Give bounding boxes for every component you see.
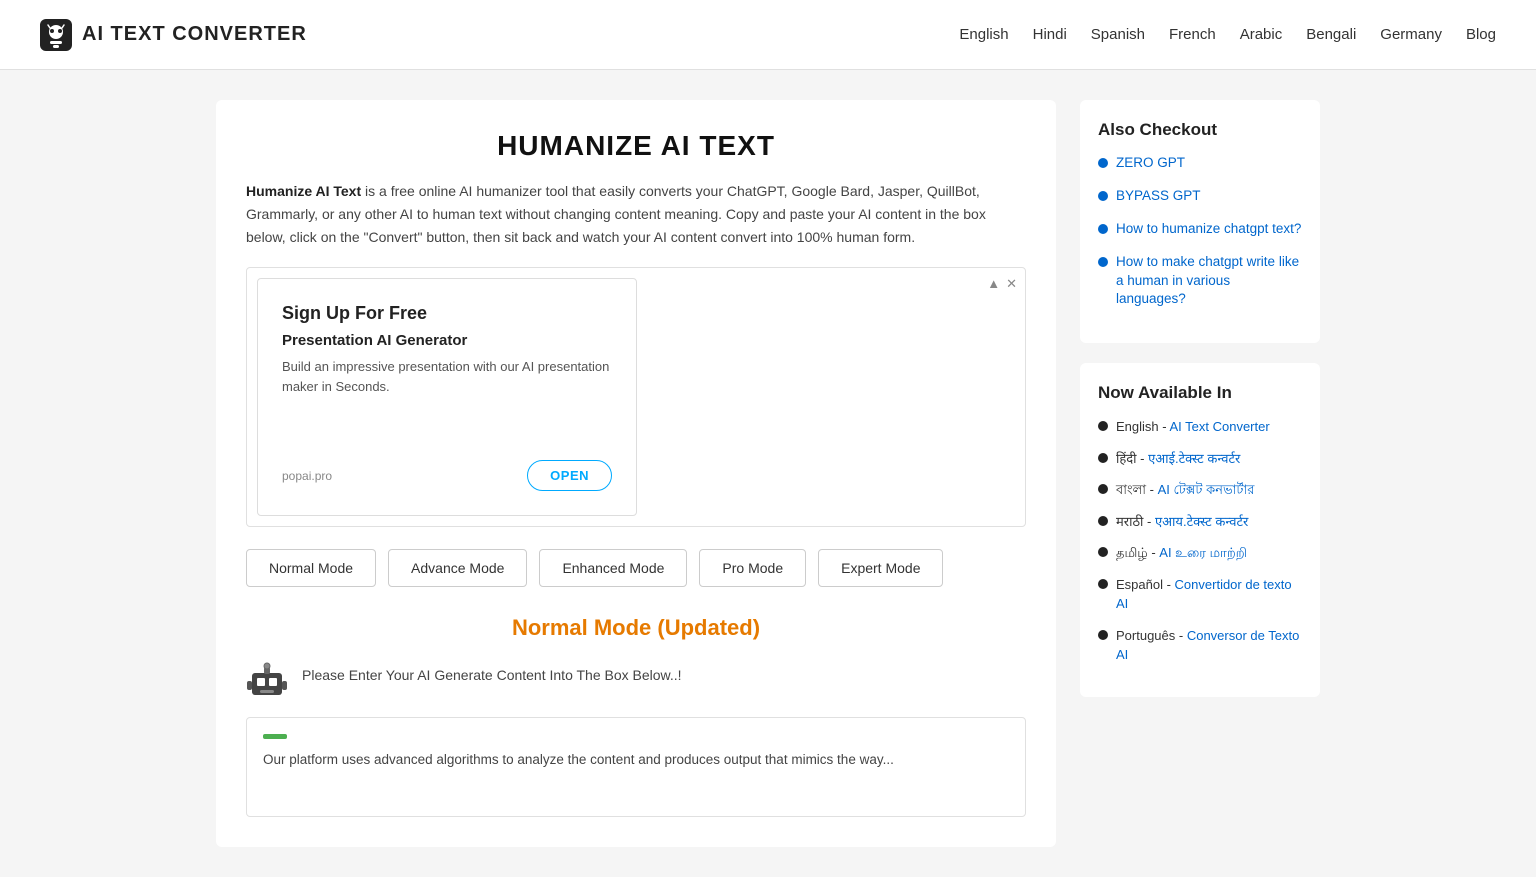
bullet-icon bbox=[1098, 484, 1108, 494]
available-link[interactable]: AI Text Converter bbox=[1169, 419, 1269, 434]
robot-icon bbox=[246, 659, 288, 701]
available-text: Português - Conversor de Texto AI bbox=[1116, 626, 1302, 665]
also-checkout-links: ZERO GPT BYPASS GPT How to humanize chatgp… bbox=[1098, 154, 1302, 309]
mode-btn-expert-mode[interactable]: Expert Mode bbox=[818, 549, 943, 587]
logo-link[interactable]: AI TEXT CONVERTER bbox=[40, 19, 307, 51]
sidebar: Also Checkout ZERO GPT BYPASS GPT How to h… bbox=[1080, 100, 1320, 847]
ad-product-label: Presentation AI Generator bbox=[282, 332, 612, 349]
text-area-box: Our platform uses advanced algorithms to… bbox=[246, 717, 1026, 817]
section-heading: Normal Mode (Updated) bbox=[246, 615, 1026, 641]
platform-indicator bbox=[263, 734, 287, 739]
page-body: HUMANIZE AI TEXT Humanize AI Text is a f… bbox=[0, 70, 1536, 877]
bullet-icon bbox=[1098, 453, 1108, 463]
available-link[interactable]: AI உரை மாற்றி bbox=[1159, 545, 1247, 560]
available-link[interactable]: AI টেক্সট কনভার্টার bbox=[1158, 482, 1255, 497]
logo-text: AI TEXT CONVERTER bbox=[82, 23, 307, 46]
bullet-icon bbox=[1098, 257, 1108, 267]
nav-link-germany[interactable]: Germany bbox=[1380, 26, 1442, 43]
checkout-link[interactable]: How to humanize chatgpt text? bbox=[1116, 220, 1301, 239]
nav-link-hindi[interactable]: Hindi bbox=[1033, 26, 1067, 43]
mode-btn-enhanced-mode[interactable]: Enhanced Mode bbox=[539, 549, 687, 587]
intro-paragraph: Humanize AI Text is a free online AI hum… bbox=[246, 180, 1026, 249]
checkout-link[interactable]: BYPASS GPT bbox=[1116, 187, 1201, 206]
available-item: English - AI Text Converter bbox=[1098, 417, 1302, 437]
available-link[interactable]: एआय.टेक्स्ट कन्वर्टर bbox=[1155, 514, 1248, 529]
bullet-icon bbox=[1098, 191, 1108, 201]
available-text: தமிழ் - AI உரை மாற்றி bbox=[1116, 543, 1247, 563]
ad-domain: popai.pro bbox=[282, 469, 332, 483]
available-item: मराठी - एआय.टेक्स्ट कन्वर्टर bbox=[1098, 512, 1302, 532]
mode-btn-advance-mode[interactable]: Advance Mode bbox=[388, 549, 527, 587]
ad-arrow-icon[interactable]: ▲ bbox=[987, 276, 1000, 292]
available-link[interactable]: एआई.टेक्स्ट कन्वर्टर bbox=[1148, 451, 1240, 466]
mode-btn-normal-mode[interactable]: Normal Mode bbox=[246, 549, 376, 587]
bullet-icon bbox=[1098, 630, 1108, 640]
checkout-link[interactable]: ZERO GPT bbox=[1116, 154, 1185, 173]
available-item: Español - Convertidor de texto AI bbox=[1098, 575, 1302, 614]
available-text: বাংলা - AI টেক্সট কনভার্টার bbox=[1116, 480, 1254, 500]
nav-link-bengali[interactable]: Bengali bbox=[1306, 26, 1356, 43]
available-link[interactable]: Conversor de Texto AI bbox=[1116, 628, 1299, 663]
available-card: Now Available In English - AI Text Conve… bbox=[1080, 363, 1320, 697]
nav-link-blog[interactable]: Blog bbox=[1466, 26, 1496, 43]
main-nav: English Hindi Spanish French Arabic Bengali Ge… bbox=[959, 26, 1496, 43]
ad-footer: popai.pro OPEN bbox=[282, 460, 612, 491]
also-checkout-title: Also Checkout bbox=[1098, 120, 1302, 140]
bullet-icon bbox=[1098, 224, 1108, 234]
ad-controls[interactable]: ▲ ✕ bbox=[987, 276, 1017, 292]
ad-inner: Sign Up For Free Presentation AI Generat… bbox=[257, 278, 637, 516]
intro-bold: Humanize AI Text bbox=[246, 183, 361, 199]
also-checkout-item: ZERO GPT bbox=[1098, 154, 1302, 173]
available-title: Now Available In bbox=[1098, 383, 1302, 403]
bullet-icon bbox=[1098, 579, 1108, 589]
nav-link-english[interactable]: English bbox=[959, 26, 1008, 43]
available-link[interactable]: Convertidor de texto AI bbox=[1116, 577, 1292, 612]
page-title: HUMANIZE AI TEXT bbox=[246, 130, 1026, 162]
available-text: मराठी - एआय.टेक्स्ट कन्वर्टर bbox=[1116, 512, 1248, 532]
ad-signup-label: Sign Up For Free bbox=[282, 303, 612, 324]
also-checkout-item: How to humanize chatgpt text? bbox=[1098, 220, 1302, 239]
also-checkout-item: BYPASS GPT bbox=[1098, 187, 1302, 206]
bullet-icon bbox=[1098, 421, 1108, 431]
also-checkout-item: How to make chatgpt write like a human i… bbox=[1098, 253, 1302, 310]
instruction-row: Please Enter Your AI Generate Content In… bbox=[246, 659, 1026, 701]
mode-buttons-group: Normal Mode Advance Mode Enhanced Mode Pro … bbox=[246, 549, 1026, 587]
nav-link-french[interactable]: French bbox=[1169, 26, 1216, 43]
available-text: English - AI Text Converter bbox=[1116, 417, 1270, 437]
ad-box: Sign Up For Free Presentation AI Generat… bbox=[246, 267, 1026, 527]
available-item: Português - Conversor de Texto AI bbox=[1098, 626, 1302, 665]
available-item: हिंदी - एआई.टेक्स्ट कन्वर्टर bbox=[1098, 449, 1302, 469]
available-text: हिंदी - एआई.टेक्स्ट कन्वर्टर bbox=[1116, 449, 1240, 469]
nav-link-arabic[interactable]: Arabic bbox=[1240, 26, 1283, 43]
available-item: தமிழ் - AI உரை மாற்றி bbox=[1098, 543, 1302, 563]
available-item: বাংলা - AI টেক্সট কনভার্টার bbox=[1098, 480, 1302, 500]
available-text: Español - Convertidor de texto AI bbox=[1116, 575, 1302, 614]
mode-btn-pro-mode[interactable]: Pro Mode bbox=[699, 549, 806, 587]
ad-close-icon[interactable]: ✕ bbox=[1006, 276, 1017, 292]
checkout-link[interactable]: How to make chatgpt write like a human i… bbox=[1116, 253, 1302, 310]
also-checkout-card: Also Checkout ZERO GPT BYPASS GPT How to h… bbox=[1080, 100, 1320, 343]
bullet-icon bbox=[1098, 516, 1108, 526]
text-area-content: Our platform uses advanced algorithms to… bbox=[263, 749, 1009, 771]
ad-desc: Build an impressive presentation with ou… bbox=[282, 357, 612, 396]
available-items: English - AI Text Converter हिंदी - एआई.ट… bbox=[1098, 417, 1302, 665]
nav-link-spanish[interactable]: Spanish bbox=[1091, 26, 1145, 43]
bullet-icon bbox=[1098, 158, 1108, 168]
logo-icon bbox=[40, 19, 72, 51]
platform-bar bbox=[263, 734, 1009, 739]
main-content: HUMANIZE AI TEXT Humanize AI Text is a f… bbox=[216, 100, 1056, 847]
bullet-icon bbox=[1098, 547, 1108, 557]
ad-open-button[interactable]: OPEN bbox=[527, 460, 612, 491]
site-header: AI TEXT CONVERTER English Hindi Spanish Fre… bbox=[0, 0, 1536, 70]
instruction-text: Please Enter Your AI Generate Content In… bbox=[302, 659, 682, 683]
